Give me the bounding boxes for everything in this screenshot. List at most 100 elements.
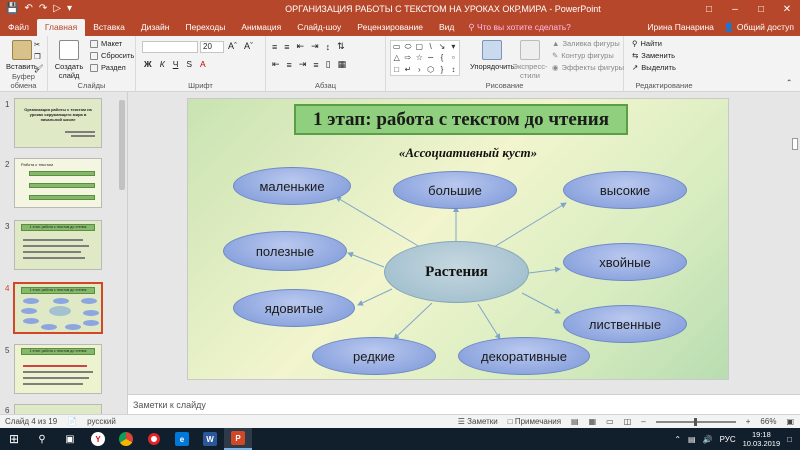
word-oval-tall[interactable]: высокие: [563, 171, 687, 209]
tab-slideshow[interactable]: Слайд-шоу: [289, 18, 349, 36]
reset-button[interactable]: Сбросить: [90, 51, 134, 60]
align-center-icon[interactable]: ≡: [287, 60, 292, 70]
zoom-in-icon[interactable]: +: [746, 417, 751, 426]
shape-fill-button[interactable]: ▲ Заливка фигуры: [552, 39, 620, 48]
tab-insert[interactable]: Вставка: [85, 18, 133, 36]
shadow-button[interactable]: S: [186, 59, 192, 69]
sorter-view-icon[interactable]: ▦: [589, 417, 597, 426]
slide-subtitle[interactable]: «Ассоциативный куст»: [188, 145, 728, 161]
shape-rectangle-icon[interactable]: ▭: [391, 41, 402, 52]
zoom-slider-knob[interactable]: [693, 417, 697, 426]
shape-block-arrow-icon[interactable]: ⇨: [402, 52, 413, 63]
new-slide-button[interactable]: Создать слайд: [54, 40, 84, 80]
task-view-button[interactable]: ▣: [56, 428, 84, 450]
save-icon[interactable]: 💾: [6, 4, 18, 14]
shape-callout-icon[interactable]: ▫: [448, 52, 459, 63]
layout-button[interactable]: Макет: [90, 39, 122, 48]
notes-placeholder[interactable]: Заметки к слайду: [128, 394, 800, 414]
taskbar-edge[interactable]: e: [168, 428, 196, 450]
select-button[interactable]: ↗ Выделить: [632, 63, 676, 72]
network-icon[interactable]: ▤: [688, 435, 696, 444]
word-oval-coniferous[interactable]: хвойные: [563, 243, 687, 281]
word-oval-big[interactable]: большие: [393, 171, 517, 209]
taskbar-opera[interactable]: [140, 428, 168, 450]
tab-animations[interactable]: Анимация: [233, 18, 289, 36]
slideshow-view-icon[interactable]: ◫: [624, 417, 632, 426]
tray-up-arrow-icon[interactable]: ⌃: [674, 435, 681, 444]
redo-icon[interactable]: ↷: [39, 4, 47, 14]
thumbnail-slide-5[interactable]: 1 этап: работа с текстом до чтения: [14, 344, 102, 394]
arrange-button[interactable]: Упорядочить: [470, 40, 515, 71]
section-button[interactable]: Раздел: [90, 63, 126, 72]
line-spacing-icon[interactable]: ↕: [326, 42, 331, 52]
replace-button[interactable]: ⇆ Заменить: [632, 51, 675, 60]
taskbar-word[interactable]: W: [196, 428, 224, 450]
smartart-icon[interactable]: ▦: [338, 59, 347, 70]
reading-view-icon[interactable]: ▭: [606, 417, 614, 426]
tab-design[interactable]: Дизайн: [133, 18, 178, 36]
word-oval-decorative[interactable]: декоративные: [458, 337, 590, 375]
align-left-icon[interactable]: ⇤: [272, 59, 280, 70]
thumbnail-slide-2[interactable]: Работа с текстом: [14, 158, 102, 208]
shape-line-icon[interactable]: \: [425, 41, 436, 52]
shape-rounded-icon[interactable]: ▢: [414, 41, 425, 52]
numbering-icon[interactable]: ≡: [284, 42, 289, 52]
notes-toggle[interactable]: ☰ Заметки: [458, 417, 498, 426]
normal-view-icon[interactable]: ▤: [571, 417, 579, 426]
clock[interactable]: 19:18 10.03.2019: [743, 430, 781, 448]
word-oval-useful[interactable]: полезные: [223, 231, 347, 271]
tell-me-box[interactable]: ⚲ Что вы хотите сделать?: [468, 18, 571, 36]
tab-review[interactable]: Рецензирование: [349, 18, 431, 36]
thumbnail-slide-4[interactable]: 1 этап: работа с текстом до чтения: [13, 282, 103, 334]
find-button[interactable]: ⚲ Найти: [632, 39, 662, 48]
text-direction-icon[interactable]: ⇅: [337, 41, 345, 52]
shapes-gallery[interactable]: ▭ ⬭ ▢ \ ↘ ▾ △ ⇨ ☆ ∽ { ▫ □ ↵ › ⬡ } ↕: [390, 40, 460, 76]
center-oval-plants[interactable]: Растения: [384, 241, 529, 303]
language-indicator[interactable]: русский: [87, 417, 116, 426]
shape-outline-button[interactable]: ✎ Контур фигуры: [552, 51, 614, 60]
italic-button[interactable]: К: [160, 59, 165, 69]
shape-star-icon[interactable]: ☆: [414, 52, 425, 63]
ribbon-display-options-icon[interactable]: □: [696, 4, 722, 15]
notifications-icon[interactable]: □: [787, 435, 792, 444]
collapse-ribbon-icon[interactable]: ⌃: [786, 78, 792, 87]
keyboard-language[interactable]: РУС: [720, 435, 736, 444]
zoom-out-icon[interactable]: –: [641, 417, 645, 426]
taskbar-chrome[interactable]: [112, 428, 140, 450]
search-taskbar-button[interactable]: ⚲: [28, 428, 56, 450]
thumbnail-slide-3[interactable]: 1 этап: работа с текстом до чтения: [14, 220, 102, 270]
start-button[interactable]: ⊞: [0, 428, 28, 450]
shape-curve-icon[interactable]: ∽: [425, 52, 436, 63]
thumbnail-slide-1[interactable]: Организация работы с текстом на уроках о…: [14, 98, 102, 148]
volume-icon[interactable]: 🔊: [703, 435, 713, 444]
font-color-icon[interactable]: A: [200, 59, 206, 69]
justify-icon[interactable]: ≡: [313, 60, 318, 70]
close-button[interactable]: ✕: [774, 4, 800, 15]
bold-button[interactable]: Ж: [144, 59, 152, 69]
shape-scroll-icon[interactable]: ↕: [448, 64, 459, 75]
taskbar-yandex-browser[interactable]: Y: [84, 428, 112, 450]
word-oval-deciduous[interactable]: лиственные: [563, 305, 687, 343]
shape-brace-icon[interactable]: {: [436, 52, 447, 63]
current-slide[interactable]: 1 этап: работа с текстом до чтения «Ассо…: [187, 98, 729, 380]
slideshow-start-icon[interactable]: ▷: [53, 4, 61, 14]
font-size-field[interactable]: 20: [200, 41, 224, 53]
shape-arrow-icon[interactable]: ↘: [436, 41, 447, 52]
decrease-indent-icon[interactable]: ⇤: [297, 41, 305, 52]
font-name-field[interactable]: [142, 41, 198, 53]
slide-scroll-thumb[interactable]: [792, 138, 798, 150]
tab-home[interactable]: Главная: [36, 19, 86, 36]
shape-effects-button[interactable]: ◉ Эффекты фигуры: [552, 63, 624, 72]
word-oval-rare[interactable]: редкие: [312, 337, 436, 375]
increase-indent-icon[interactable]: ⇥: [311, 41, 319, 52]
user-name[interactable]: Ирина Панарина: [647, 18, 714, 36]
customize-qat-icon[interactable]: ▾: [67, 4, 72, 14]
taskbar-powerpoint[interactable]: P: [224, 428, 252, 450]
thumbnails-scrollbar[interactable]: [119, 94, 125, 412]
columns-icon[interactable]: ▯: [326, 59, 331, 70]
shape-triangle-icon[interactable]: △: [391, 52, 402, 63]
bullets-icon[interactable]: ≡: [272, 42, 277, 52]
tab-view[interactable]: Вид: [431, 18, 462, 36]
word-oval-poisonous[interactable]: ядовитые: [233, 289, 355, 327]
tab-transitions[interactable]: Переходы: [177, 18, 233, 36]
